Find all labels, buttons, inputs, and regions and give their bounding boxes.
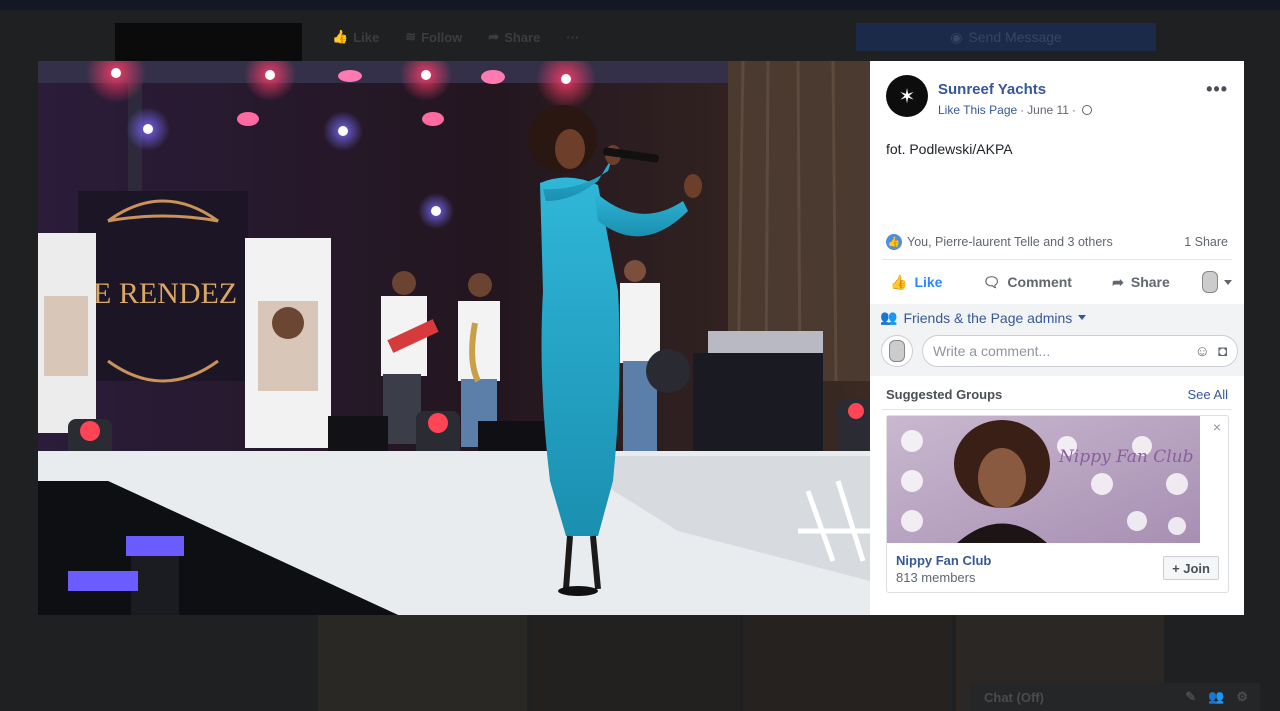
background-like-button: 👍 Like xyxy=(332,29,380,45)
sticker-icon[interactable]: ◘ xyxy=(1218,343,1227,360)
background-photo xyxy=(530,615,739,711)
chat-bar[interactable]: Chat (Off) ✎ 👥 ⚙ xyxy=(970,683,1260,711)
concert-stage-image: IE RENDEZ xyxy=(38,61,870,615)
messenger-icon: ◉ xyxy=(950,28,963,45)
friends-icon: 👥 xyxy=(880,309,898,325)
more-options-button[interactable]: ••• xyxy=(1206,79,1228,100)
user-avatar xyxy=(889,340,905,362)
concert-photo[interactable]: IE RENDEZ xyxy=(38,61,870,615)
suggested-groups-title: Suggested Groups xyxy=(886,386,1003,402)
group-card: Nippy Fan Club × Nippy Fan Club 813 memb… xyxy=(886,415,1229,593)
banner-text: IE RENDEZ xyxy=(83,277,237,310)
speech-bubble-icon: 🗨 xyxy=(982,273,1001,290)
emoji-icon[interactable]: ☺ xyxy=(1195,343,1210,360)
post-actions: 👍 Like 🗨 Comment ➦ Share xyxy=(882,266,1232,298)
divider xyxy=(882,409,1232,410)
group-cover-art: Nippy Fan Club xyxy=(887,416,1200,543)
chevron-down-icon xyxy=(1223,279,1232,285)
post-header: ✶ Sunreef Yachts Like This Page · June 1… xyxy=(886,75,1228,123)
photo-viewer: IE RENDEZ ✶ Sunreef Yachts Like This Pag… xyxy=(38,61,1244,615)
thumbs-up-icon: 👍 xyxy=(332,29,349,44)
post-sidebar: ✶ Sunreef Yachts Like This Page · June 1… xyxy=(870,61,1244,615)
post-caption: fot. Podlewski/AKPA xyxy=(886,141,1013,157)
page-avatar[interactable]: ✶ xyxy=(886,75,928,117)
comment-placeholder: Write a comment... xyxy=(933,343,1051,359)
background-photo xyxy=(318,615,527,711)
page-name-link[interactable]: Sunreef Yachts xyxy=(938,81,1046,98)
post-meta: Like This Page · June 11 · xyxy=(938,103,1092,117)
like-this-page-link[interactable]: Like This Page xyxy=(938,103,1017,117)
share-arrow-icon: ➦ xyxy=(1112,273,1124,290)
background-photo xyxy=(743,615,952,711)
globe-icon xyxy=(1081,105,1092,115)
background-send-message-button: ◉ Send Message xyxy=(856,23,1156,51)
like-reaction-icon: 👍 xyxy=(886,234,902,250)
chevron-down-icon xyxy=(1078,315,1087,320)
comment-button[interactable]: 🗨 Comment xyxy=(975,274,1080,291)
group-image-text: Nippy Fan Club xyxy=(1058,447,1194,467)
join-group-button[interactable]: + Join xyxy=(1163,556,1219,580)
background-page-actions: 👍 Like ≋ Follow ➦ Share ··· xyxy=(326,22,585,52)
comment-audience-selector[interactable]: 👥 Friends & the Page admins xyxy=(880,309,1087,326)
reactions-text[interactable]: You, Pierre-laurent Telle and 3 others xyxy=(907,235,1113,249)
background-more-button: ··· xyxy=(566,29,580,45)
share-button[interactable]: ➦ Share xyxy=(1104,274,1178,291)
compose-icon: ✎ xyxy=(1185,689,1197,704)
thumbs-up-icon: 👍 xyxy=(890,273,908,290)
shares-count[interactable]: 1 Share xyxy=(1184,235,1228,249)
starfish-logo-icon: ✶ xyxy=(898,85,916,108)
comment-input[interactable]: Write a comment... ☺ ◘ xyxy=(922,335,1238,367)
divider xyxy=(882,259,1232,260)
suggested-groups-header: Suggested Groups See All xyxy=(886,384,1228,404)
background-follow-button: ≋ Follow xyxy=(405,29,463,45)
rss-icon: ≋ xyxy=(405,29,417,44)
see-all-link[interactable]: See All xyxy=(1188,387,1228,402)
gear-icon: ⚙ xyxy=(1236,689,1248,704)
post-as-selector[interactable] xyxy=(1201,271,1232,293)
like-button[interactable]: 👍 Like xyxy=(882,274,950,291)
top-bar xyxy=(0,0,1280,10)
group-member-count: 813 members xyxy=(896,570,976,585)
close-icon[interactable]: × xyxy=(1213,419,1221,435)
share-arrow-icon: ➦ xyxy=(488,29,500,44)
commenter-avatar xyxy=(881,335,913,367)
meta-separator: · xyxy=(1020,103,1025,117)
reactions-summary[interactable]: 👍 You, Pierre-laurent Telle and 3 others… xyxy=(886,233,1228,251)
post-date-separator: · xyxy=(1071,103,1076,117)
post-date[interactable]: June 11 xyxy=(1027,103,1069,117)
group-cover-image[interactable]: Nippy Fan Club xyxy=(887,416,1200,543)
background-share-button: ➦ Share xyxy=(488,29,541,45)
comments-section: 👥 Friends & the Page admins Write a comm… xyxy=(870,304,1244,376)
group-name-link[interactable]: Nippy Fan Club xyxy=(896,553,991,568)
user-avatar xyxy=(1201,271,1218,293)
people-icon: 👥 xyxy=(1208,689,1225,704)
